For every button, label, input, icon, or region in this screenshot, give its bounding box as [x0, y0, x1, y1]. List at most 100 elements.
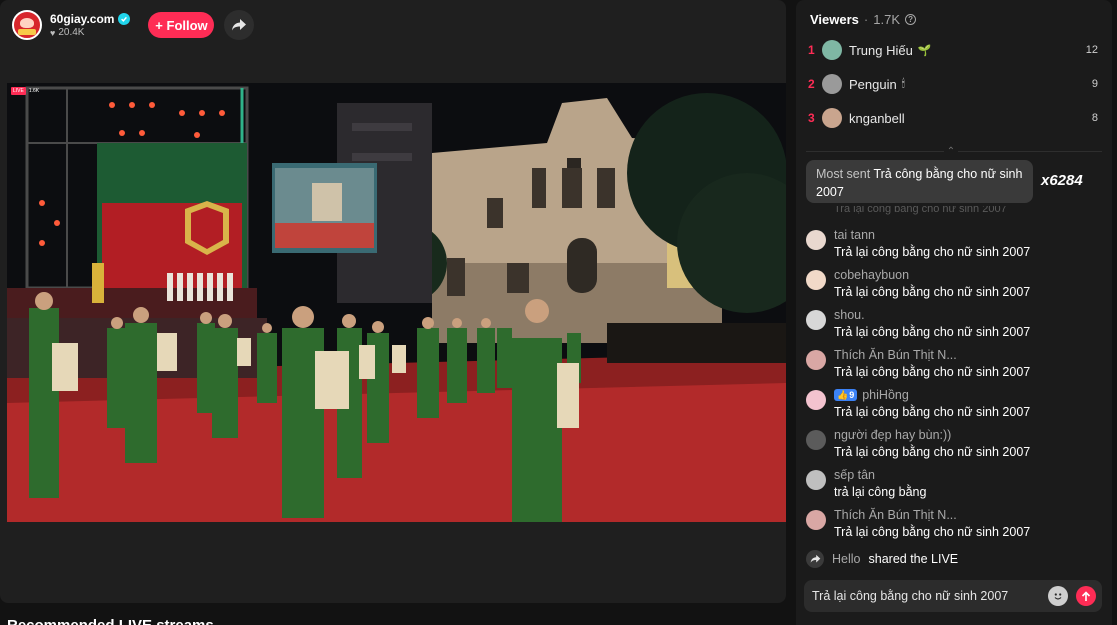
- level-number: 9: [849, 390, 855, 400]
- live-tag: LIVE 1.6K: [11, 87, 39, 95]
- thumb-icon: 👍: [837, 389, 849, 400]
- chat-message: sếp tân trả lại công bằng: [806, 468, 1102, 506]
- most-sent-card[interactable]: Most sent Trả công bằng cho nữ sinh 2007: [806, 160, 1033, 203]
- avatar[interactable]: [806, 350, 826, 370]
- live-badge: LIVE: [11, 87, 26, 95]
- chat-username-text[interactable]: sếp tân: [834, 468, 875, 482]
- share-event-text: shared the LIVE: [868, 552, 959, 566]
- chat-panel: Viewers · 1.7K ? 1 Trung Hiếu 🌱 12 2 Penguin 🕯…: [796, 0, 1112, 625]
- viewer-score: 12: [1085, 44, 1098, 56]
- avatar[interactable]: [806, 510, 826, 530]
- avatar[interactable]: [806, 270, 826, 290]
- host-avatar[interactable]: [12, 10, 42, 40]
- share-icon: [232, 19, 247, 31]
- recommended-title: Recommended LIVE streams: [7, 617, 214, 625]
- chat-username-text[interactable]: shou.: [834, 308, 865, 322]
- likes-row: ♥ 20.4K: [50, 27, 130, 38]
- chat-message: Thích Ăn Bún Thịt N... Trả lại công bằng …: [806, 348, 1102, 386]
- chat-message-text: Trả lại công bằng cho nữ sinh 2007: [834, 365, 1031, 379]
- viewer-badge: 🕯: [901, 77, 905, 90]
- share-icon: [806, 550, 824, 568]
- avatar[interactable]: [806, 310, 826, 330]
- avatar[interactable]: [806, 470, 826, 490]
- rank-number: 3: [808, 111, 815, 125]
- chat-username-text[interactable]: Thích Ăn Bún Thịt N...: [834, 508, 957, 522]
- stream-frame-image: [7, 83, 786, 522]
- chat-message: 👍 9 phiHồng Trả lại công bằng cho nữ sinh 2…: [806, 388, 1102, 426]
- chat-input-box: [804, 580, 1102, 612]
- chat-username[interactable]: sếp tân: [834, 468, 875, 482]
- chat-message: Thích Ăn Bún Thịt N... Trả lại công bằng …: [806, 508, 1102, 546]
- top-viewer-row[interactable]: 2 Penguin 🕯 9: [808, 72, 1098, 96]
- chat-username-text[interactable]: phiHồng: [862, 388, 909, 402]
- host-info: 60giay.com ♥ 20.4K: [50, 12, 131, 38]
- chat-username-text[interactable]: cobehaybuon: [834, 268, 909, 282]
- chat-username[interactable]: tai tann: [834, 228, 875, 242]
- chat-message: shou. Trả lại công bằng cho nữ sinh 2007: [806, 308, 1102, 346]
- most-sent-count: x6284: [1041, 172, 1083, 189]
- separator-dot: ·: [863, 12, 869, 27]
- chat-message: tai tann Trả lại công bằng cho nữ sinh 20…: [806, 228, 1102, 266]
- chat-username[interactable]: shou.: [834, 308, 865, 322]
- avatar[interactable]: [822, 40, 842, 60]
- rank-number: 1: [808, 43, 815, 57]
- live-viewer-count: 1.6K: [28, 88, 40, 94]
- chevron-up-icon[interactable]: ⌃: [944, 145, 958, 157]
- chat-message-text: Trả lại công bằng cho nữ sinh 2007: [834, 245, 1031, 259]
- host-header: 60giay.com ♥ 20.4K + Follow: [12, 8, 255, 42]
- chat-message-text: Trả lại công bằng cho nữ sinh 2007: [834, 325, 1031, 339]
- viewer-badge: 🌱: [917, 44, 932, 57]
- avatar[interactable]: [822, 108, 842, 128]
- avatar[interactable]: [806, 390, 826, 410]
- chat-username-text[interactable]: người đẹp hay bùn:)): [834, 428, 951, 442]
- chat-username-text[interactable]: tai tann: [834, 228, 875, 242]
- chat-username[interactable]: Thích Ăn Bún Thịt N...: [834, 348, 957, 362]
- top-viewer-row[interactable]: 3 knganbell 8: [808, 106, 1098, 130]
- chat-username[interactable]: người đẹp hay bùn:)): [834, 428, 951, 442]
- chat-username[interactable]: Thích Ăn Bún Thịt N...: [834, 508, 957, 522]
- likes-count: 20.4K: [58, 27, 85, 38]
- faded-message: Trả lại công bằng cho nữ sinh 2007: [834, 206, 1007, 215]
- chat-username[interactable]: 👍 9 phiHồng: [834, 388, 909, 402]
- viewers-header: Viewers · 1.7K ?: [810, 12, 917, 27]
- most-sent-label: Most sent: [816, 167, 871, 181]
- viewer-name[interactable]: Penguin: [849, 77, 897, 92]
- level-badge: 👍 9: [834, 389, 858, 401]
- host-name[interactable]: 60giay.com: [50, 12, 114, 26]
- chat-input[interactable]: [812, 589, 1048, 603]
- avatar[interactable]: [822, 74, 842, 94]
- chat-message: người đẹp hay bùn:)) Trả lại công bằng ch…: [806, 428, 1102, 466]
- heart-icon: ♥: [50, 27, 56, 38]
- viewer-name[interactable]: Trung Hiếu: [849, 43, 913, 58]
- avatar[interactable]: [806, 430, 826, 450]
- share-button[interactable]: [224, 10, 255, 40]
- chat-message-text: Trả lại công bằng cho nữ sinh 2007: [834, 525, 1031, 539]
- chat-username-text[interactable]: Thích Ăn Bún Thịt N...: [834, 348, 957, 362]
- emoji-button[interactable]: [1048, 586, 1068, 606]
- emoji-icon: [1052, 590, 1064, 602]
- top-viewer-row[interactable]: 1 Trung Hiếu 🌱 12: [808, 38, 1098, 62]
- info-icon[interactable]: ?: [905, 14, 917, 25]
- chat-message-text: Trả lại công bằng cho nữ sinh 2007: [834, 445, 1031, 459]
- viewer-score: 9: [1091, 78, 1098, 90]
- video-stream[interactable]: LIVE 1.6K: [7, 83, 786, 522]
- viewer-score: 8: [1091, 112, 1098, 124]
- viewers-count: 1.7K: [873, 12, 901, 27]
- rank-number: 2: [808, 77, 815, 91]
- live-player: 60giay.com ♥ 20.4K + Follow LIVE 1.6K: [0, 0, 786, 603]
- follow-button[interactable]: + Follow: [148, 12, 215, 38]
- chat-message-text: trả lại công bằng: [834, 485, 927, 499]
- chat-username[interactable]: cobehaybuon: [834, 268, 909, 282]
- chat-message: cobehaybuon Trả lại công bằng cho nữ sinh…: [806, 268, 1102, 306]
- host-name-row: 60giay.com: [50, 12, 131, 26]
- verified-icon: [118, 13, 131, 25]
- send-button[interactable]: [1076, 586, 1096, 606]
- viewer-name[interactable]: knganbell: [849, 111, 905, 126]
- share-event: Hello shared the LIVE: [806, 550, 958, 568]
- viewers-title: Viewers: [810, 12, 859, 27]
- share-event-user[interactable]: Hello: [832, 552, 861, 566]
- chat-message-text: Trả lại công bằng cho nữ sinh 2007: [834, 405, 1031, 419]
- arrow-up-icon: [1081, 590, 1091, 601]
- avatar[interactable]: [806, 230, 826, 250]
- chat-message-text: Trả lại công bằng cho nữ sinh 2007: [834, 285, 1031, 299]
